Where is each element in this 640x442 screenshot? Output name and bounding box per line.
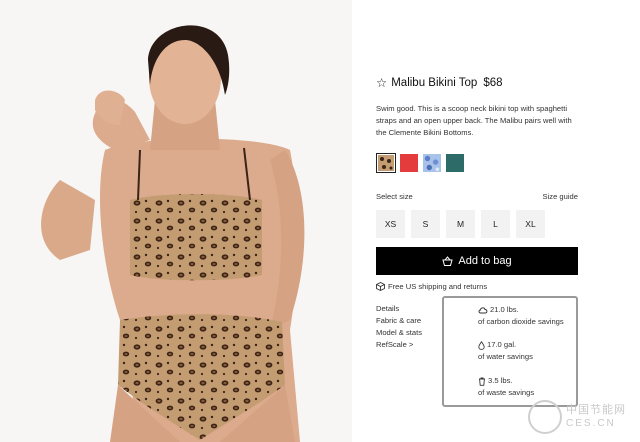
- leopard-pattern-icon: [378, 155, 394, 171]
- blue-floral-pattern-icon: [423, 154, 441, 172]
- red-fill: [400, 154, 418, 172]
- carbon-label: of carbon dioxide savings: [478, 317, 564, 326]
- bag-icon: [442, 256, 454, 266]
- fabric-care-link[interactable]: Fabric & care: [376, 315, 422, 327]
- size-button-xs[interactable]: XS: [376, 210, 405, 238]
- savings-box: 21.0 lbs. of carbon dioxide savings 17.0…: [442, 296, 578, 407]
- trash-icon: [478, 377, 486, 386]
- water-label: of water savings: [478, 352, 533, 361]
- teal-fill: [446, 154, 464, 172]
- watermark-logo-icon: [528, 400, 562, 434]
- box-icon: [376, 282, 385, 291]
- shipping-text: Free US shipping and returns: [388, 282, 488, 291]
- swatch-blue-floral[interactable]: [422, 153, 442, 173]
- size-button-s[interactable]: S: [411, 210, 440, 238]
- watermark-line2: CES.CN: [566, 418, 616, 429]
- swatch-leopard[interactable]: [376, 153, 396, 173]
- shipping-info: Free US shipping and returns: [376, 282, 487, 291]
- add-to-bag-label: Add to bag: [458, 255, 512, 267]
- add-to-bag-button[interactable]: Add to bag: [376, 247, 578, 275]
- size-button-xl[interactable]: XL: [516, 210, 545, 238]
- refscale-link[interactable]: RefScale >: [376, 339, 422, 351]
- carbon-savings: 21.0 lbs. of carbon dioxide savings: [478, 304, 564, 328]
- select-size-label: Select size: [376, 192, 413, 201]
- watermark: 中国节能网 CES.CN: [528, 398, 638, 438]
- size-guide-link[interactable]: Size guide: [543, 192, 578, 201]
- details-link[interactable]: Details: [376, 303, 422, 315]
- model-stats-link[interactable]: Model & stats: [376, 327, 422, 339]
- product-description: Swim good. This is a scoop neck bikini t…: [376, 104, 572, 137]
- size-options: XS S M L XL: [376, 210, 545, 238]
- waste-label: of waste savings: [478, 388, 535, 397]
- water-savings: 17.0 gal. of water savings: [478, 339, 533, 363]
- model-illustration: [0, 0, 352, 442]
- waste-amount: 3.5 lbs.: [488, 376, 513, 385]
- color-swatches: [376, 153, 465, 173]
- waste-savings: 3.5 lbs. of waste savings: [478, 375, 534, 399]
- water-drop-icon: [478, 340, 485, 350]
- product-price: $68: [483, 77, 503, 90]
- star-outline-icon[interactable]: ☆: [376, 77, 387, 90]
- water-amount: 17.0 gal.: [487, 340, 517, 349]
- swatch-teal[interactable]: [445, 153, 465, 173]
- size-button-m[interactable]: M: [446, 210, 475, 238]
- watermark-line1: 中国节能网: [566, 403, 626, 416]
- product-name: Malibu Bikini Top: [391, 77, 478, 90]
- details-links: Details Fabric & care Model & stats RefS…: [376, 303, 422, 351]
- size-row: Select size Size guide: [376, 192, 578, 201]
- swatch-red[interactable]: [399, 153, 419, 173]
- product-title-row: ☆ Malibu Bikini Top $68: [376, 77, 503, 90]
- carbon-amount: 21.0 lbs.: [490, 305, 519, 314]
- cloud-icon: [478, 306, 488, 314]
- product-photo[interactable]: [0, 0, 352, 442]
- size-button-l[interactable]: L: [481, 210, 510, 238]
